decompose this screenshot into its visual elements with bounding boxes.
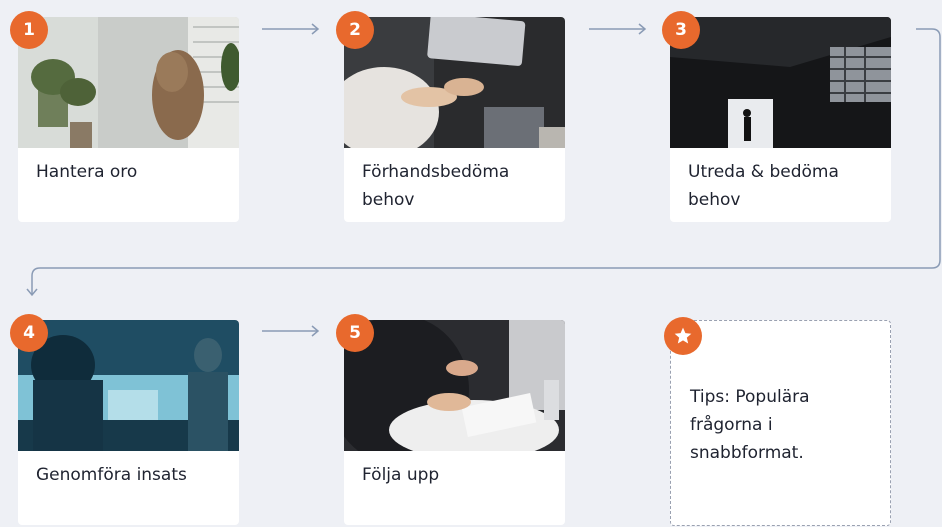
step-number-badge: 4	[10, 314, 48, 352]
step-label: Utreda & bedöma behov	[688, 162, 839, 210]
step-label: Följa upp	[362, 465, 440, 485]
arrow-4-to-5	[262, 325, 320, 337]
hands-at-laptop-photo	[344, 17, 565, 148]
tips-card[interactable]: Tips: Populära frågorna i snabbformat.	[664, 317, 891, 526]
step-number-badge: 1	[10, 11, 48, 49]
step-card-2[interactable]: 2 Förhandsbedöma behov	[336, 11, 565, 222]
tips-label: Tips: Populära frågorna i snabbformat.	[690, 387, 810, 463]
step-card-5[interactable]: 5 Följa upp	[336, 314, 565, 525]
meeting-room-blue-photo	[18, 320, 239, 451]
step-number-badge: 3	[662, 11, 700, 49]
step-label: Hantera oro	[36, 162, 138, 182]
star-icon	[664, 317, 702, 355]
figure-in-dark-doorway-photo	[670, 17, 891, 148]
hands-with-papers-photo	[344, 320, 565, 451]
person-in-hood-by-window-photo	[18, 17, 239, 148]
step-number-badge: 2	[336, 11, 374, 49]
step-card-1[interactable]: 1 Hantera oro	[10, 11, 239, 222]
step-card-4[interactable]: 4 Genomföra insats	[10, 314, 239, 525]
step-number-badge: 5	[336, 314, 374, 352]
step-label: Genomföra insats	[36, 465, 187, 485]
step-label: Förhandsbedöma behov	[362, 162, 510, 210]
step-card-3[interactable]: 3 Utreda & bedöma behov	[662, 11, 891, 222]
